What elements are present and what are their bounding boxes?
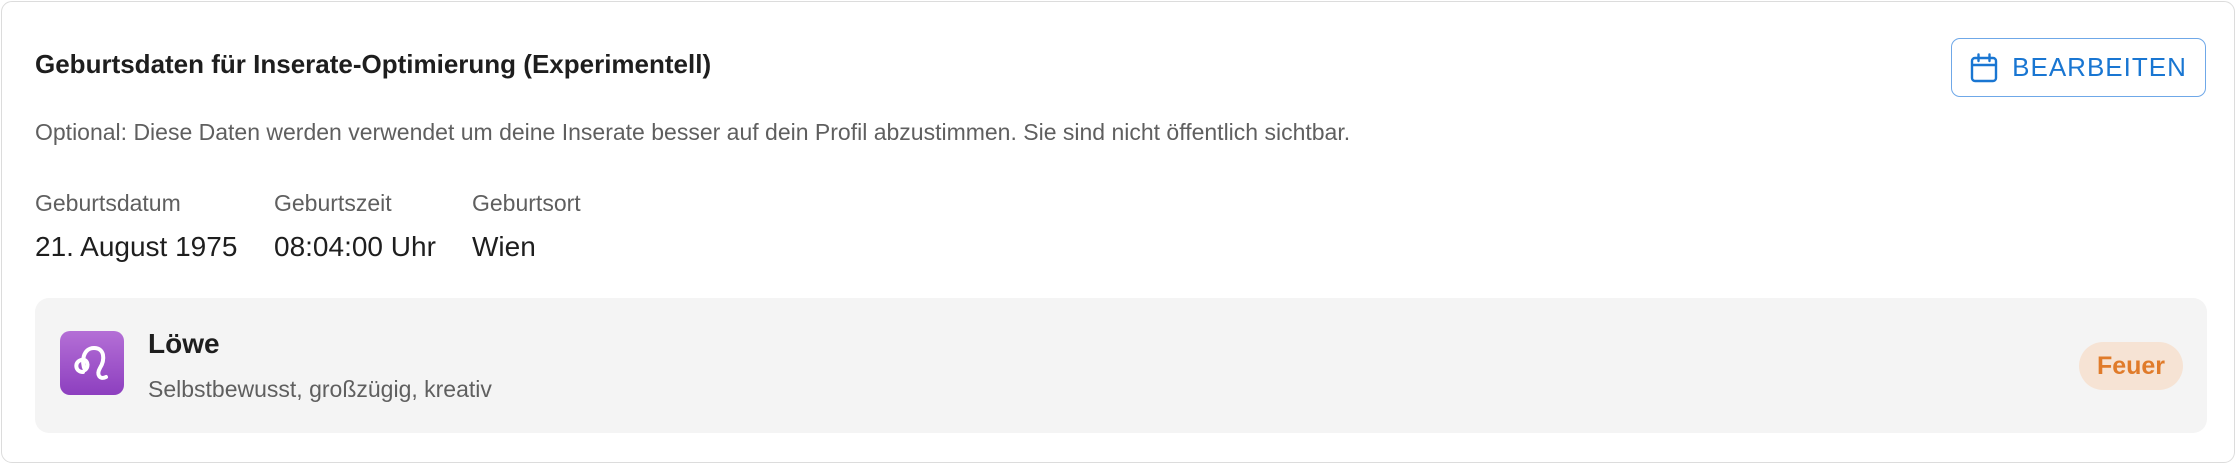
birth-place-label: Geburtsort — [472, 190, 581, 216]
calendar-icon — [1970, 52, 1998, 83]
card-description: Optional: Diese Daten werden verwendet u… — [35, 119, 1351, 145]
birth-place-value: Wien — [472, 231, 536, 262]
birth-time-value: 08:04:00 Uhr — [274, 231, 436, 262]
birth-place-field: Geburtsort Wien — [472, 190, 581, 263]
edit-button-label: BEARBEITEN — [2012, 52, 2187, 82]
birth-date-label: Geburtsdatum — [35, 190, 181, 216]
zodiac-traits: Selbstbewusst, großzügig, kreativ — [148, 376, 492, 402]
edit-button[interactable]: BEARBEITEN — [1951, 38, 2206, 97]
birth-date-field: Geburtsdatum 21. August 1975 — [35, 190, 237, 263]
birth-date-value: 21. August 1975 — [35, 231, 238, 262]
birth-data-card: Geburtsdaten für Inserate-Optimierung (E… — [1, 1, 2235, 463]
birth-time-field: Geburtszeit 08:04:00 Uhr — [274, 190, 436, 263]
card-title: Geburtsdaten für Inserate-Optimierung (E… — [35, 49, 712, 79]
element-badge: Feuer — [2079, 342, 2183, 390]
zodiac-panel: Löwe Selbstbewusst, großzügig, kreativ F… — [35, 298, 2207, 433]
zodiac-name: Löwe — [148, 328, 220, 359]
leo-icon — [60, 331, 124, 395]
birth-time-label: Geburtszeit — [274, 190, 392, 216]
